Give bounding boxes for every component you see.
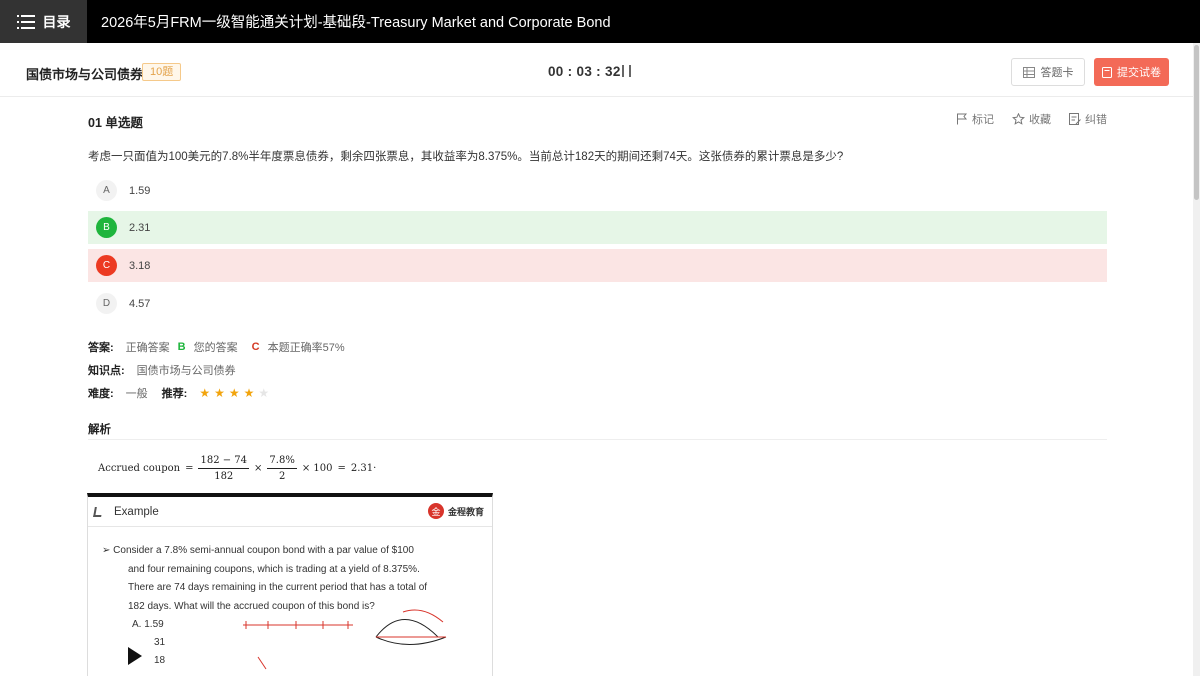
example-option: 18 [154,655,166,666]
report-label: 纠错 [1085,114,1107,126]
option-letter: C [96,255,117,276]
your-answer-label: 您的答案 [193,342,238,354]
report-error-button[interactable]: 纠错 [1069,111,1107,127]
exam-timer: 00 : 03 : 32 [548,64,621,79]
flag-icon [957,113,968,125]
knowledge-label: 知识点: [88,365,125,377]
option-c[interactable]: C 3.18 [88,249,1107,282]
scrollbar-thumb[interactable] [1194,45,1199,200]
analysis-title: 解析 [88,424,111,436]
question-actions: 标记 收藏 纠错 [956,111,1107,127]
star-filled-icon: ★ [243,386,255,400]
toc-label: 目录 [42,13,71,30]
question-header: 01 单选题 [88,116,143,130]
fraction-numerator: 182 − 74 [198,455,250,469]
your-answer-letter: C [251,341,260,353]
example-line: There are 74 days remaining in the curre… [128,582,428,593]
formula-eq: = [185,462,194,474]
formula-times: × [254,462,263,474]
option-text: 3.18 [129,259,151,272]
option-a[interactable]: A 1.59 [88,174,1107,207]
fraction-denominator: 182 [214,470,234,482]
option-text: 1.59 [129,184,151,197]
formula-result: 2.31· [350,462,377,474]
option-b[interactable]: B 2.31 [88,211,1107,244]
example-line: and four remaining coupons, which is tra… [128,563,420,575]
correct-answer-label: 正确答案 [125,342,170,354]
report-icon [1069,113,1081,125]
recommend-label: 推荐: [161,388,188,400]
option-text: 2.31 [129,221,151,234]
answer-card-label: 答题卡 [1040,67,1074,79]
favorite-button[interactable]: 收藏 [1012,111,1051,127]
difficulty-value: 一般 [125,388,148,400]
answer-row: 答案: 正确答案 B 您的答案 C 本题正确率57% [88,339,345,355]
knowledge-value: 国债市场与公司债券 [136,365,236,377]
answer-card-icon [1022,66,1035,78]
bookmark-icon [93,507,103,517]
difficulty-label: 难度: [88,388,114,400]
question-text: 考虑一只面值为100美元的7.8%半年度票息债券，剩余四张票息，其收益率为8.3… [88,151,844,163]
formula-fraction-2: 7.8% 2 [267,455,297,482]
example-option: 31 [154,637,166,648]
accrued-coupon-formula: Accrued coupon = 182 − 74 182 × 7.8% 2 ×… [98,451,376,485]
option-text: 4.57 [129,297,151,310]
correct-rate: 本题正确率57% [267,342,345,354]
option-letter: A [96,180,117,201]
toc-button[interactable]: 目录 [0,0,87,43]
brand-logo: 金 金程教育 [427,503,484,519]
fraction-numerator: 7.8% [267,455,297,469]
formula-eq-2: = [337,462,346,474]
mark-button[interactable]: 标记 [956,111,994,127]
knowledge-row: 知识点: 国债市场与公司债券 [88,362,236,378]
exam-header: 国债市场与公司债券 10题 00 : 03 : 32 答题卡 提交试卷 [0,43,1193,97]
handwritten-annotations [243,609,447,670]
submit-label: 提交试卷 [1117,67,1161,79]
formula-fraction-1: 182 − 74 182 [198,455,250,482]
example-line: ➢ Consider a 7.8% semi-annual coupon bon… [102,545,414,556]
mark-label: 标记 [972,114,994,126]
play-icon[interactable] [128,647,142,665]
top-bar: 目录 2026年5月FRM一级智能通关计划-基础段-Treasury Marke… [0,0,1200,43]
example-image: Example 金 金程教育 ➢ Consider a 7.8% semi-an… [87,493,493,676]
favorite-label: 收藏 [1029,114,1051,126]
star-filled-icon: ★ [228,386,240,400]
formula-lhs: Accrued coupon [98,462,181,474]
answer-label: 答案: [88,342,114,354]
example-header: Example 金 金程教育 [88,497,492,527]
answer-card-button[interactable]: 答题卡 [1011,58,1085,86]
star-filled-icon: ★ [214,386,225,400]
recommend-stars: ★ ★ ★ ★ ★ [199,386,269,400]
formula-times-100: × 100 [301,462,333,474]
correct-answer-letter: B [177,341,186,353]
option-d[interactable]: D 4.57 [88,287,1107,320]
difficulty-row: 难度: 一般 推荐: ★ ★ ★ ★ ★ [88,385,269,401]
menu-icon [16,14,35,29]
pause-icon[interactable] [622,65,632,77]
fraction-denominator: 2 [278,470,286,482]
logo-icon: 金 [427,503,444,519]
submit-exam-button[interactable]: 提交试卷 [1094,58,1169,86]
divider [88,439,1107,440]
document-icon [1102,66,1112,78]
logo-text: 金程教育 [447,506,484,517]
example-option: A. 1.59 [132,619,164,630]
option-letter: D [96,293,117,314]
star-empty-icon: ★ [258,386,270,400]
star-filled-icon: ★ [199,386,211,400]
question-panel: 01 单选题 标记 收藏 纠错 考虑一只面值为100美元的7.8%半年度票息债券… [0,97,1193,676]
question-count-badge: 10题 [142,63,182,81]
option-letter: B [96,217,117,238]
example-title: Example [114,506,159,518]
section-name: 国债市场与公司债券 [26,67,144,82]
page-title: 2026年5月FRM一级智能通关计划-基础段-Treasury Market a… [101,15,611,31]
star-outline-icon [1012,113,1025,125]
